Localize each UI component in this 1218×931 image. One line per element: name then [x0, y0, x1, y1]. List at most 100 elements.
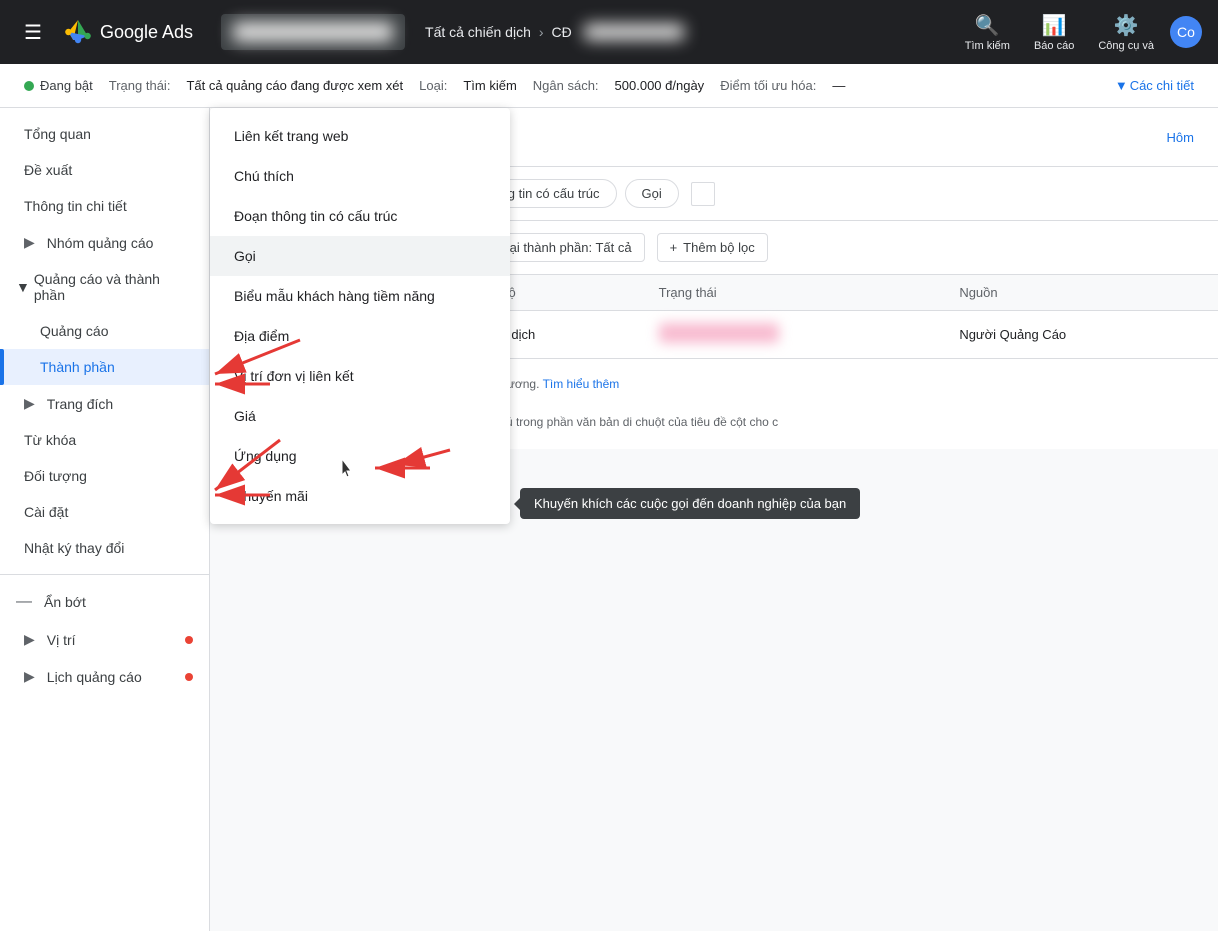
- report-icon: 📊: [1042, 13, 1067, 38]
- account-selector[interactable]: [221, 14, 405, 50]
- breadcrumb-all-campaigns[interactable]: Tất cả chiến dịch: [425, 24, 531, 40]
- add-filter-label: Thêm bộ lọc: [683, 240, 755, 255]
- sidebar-item-quang-cao[interactable]: Quảng cáo: [0, 313, 209, 349]
- trang-thai-label: Trạng thái:: [109, 78, 171, 93]
- tools-icon: ⚙️: [1114, 13, 1139, 38]
- sidebar-item-an-bot[interactable]: — Ẩn bớt: [0, 583, 209, 621]
- dropdown-item-dia-diem[interactable]: Địa điểm: [210, 316, 510, 356]
- sidebar-label: Lịch quảng cáo: [47, 669, 142, 685]
- filter-tab-goi[interactable]: Gọi: [625, 179, 679, 208]
- status-dot: [24, 81, 34, 91]
- dropdown-item-ung-dung[interactable]: Ứng dụng: [210, 436, 510, 476]
- diem-label: Điểm tối ưu hóa:: [720, 78, 816, 93]
- main-layout: Tổng quan Đề xuất Thông tin chi tiết ▶ N…: [0, 108, 1218, 931]
- cell-nguon: Người Quảng Cáo: [943, 311, 1218, 359]
- breadcrumb-chevron: ›: [539, 24, 544, 40]
- sidebar-label: Đề xuất: [24, 162, 72, 178]
- status-indicator: Đang bật: [24, 78, 93, 93]
- top-navigation: ☰ Google Ads Tất cả chiến dịch › CĐ 🔍 Tì…: [0, 0, 1218, 64]
- sidebar-item-trang-dich[interactable]: ▶ Trang đích: [0, 385, 209, 422]
- tools-label: Công cụ và: [1098, 40, 1154, 52]
- breadcrumb-campaign: CĐ: [552, 24, 572, 40]
- campaign-name: [584, 24, 684, 40]
- add-filter-icon: +: [670, 240, 678, 255]
- hamburger-icon[interactable]: ☰: [16, 12, 50, 53]
- sidebar-label: Ẩn bớt: [44, 594, 86, 610]
- ngan-sach-label: Ngân sách:: [533, 78, 599, 93]
- expand-icon: ▶: [24, 668, 35, 685]
- search-icon: 🔍: [975, 13, 1000, 38]
- sidebar-label: Thông tin chi tiết: [24, 198, 127, 214]
- dropdown-item-bieu-mau[interactable]: Biểu mẫu khách hàng tiềm năng: [210, 276, 510, 316]
- sidebar-item-de-xuat[interactable]: Đề xuất: [0, 152, 209, 188]
- loai-value: Tìm kiếm: [463, 78, 516, 93]
- collapse-icon: —: [16, 593, 32, 611]
- sidebar-label: Nhật ký thay đổi: [24, 540, 124, 556]
- search-label: Tìm kiếm: [965, 40, 1010, 52]
- avatar[interactable]: Co: [1170, 16, 1202, 48]
- sidebar-label: Vị trí: [47, 632, 76, 648]
- sidebar-item-cai-dat[interactable]: Cài đặt: [0, 494, 209, 530]
- sidebar-item-nhat-ky[interactable]: Nhật ký thay đổi: [0, 530, 209, 566]
- add-filter-button[interactable]: + Thêm bộ lọc: [657, 233, 768, 262]
- dropdown-item-gia[interactable]: Giá: [210, 396, 510, 436]
- col-nguon: Nguồn: [943, 275, 1218, 311]
- expand-icon: ▶: [24, 395, 35, 412]
- learn-more-link[interactable]: Tìm hiểu thêm: [543, 377, 620, 391]
- dropdown-menu: Liên kết trang web Chú thích Đoạn thông …: [210, 108, 510, 524]
- sidebar-label: Từ khóa: [24, 432, 76, 448]
- expand-icon: ▶: [24, 631, 35, 648]
- details-button[interactable]: ▼ Các chi tiết: [1115, 78, 1194, 93]
- nav-actions: 🔍 Tìm kiếm 📊 Báo cáo ⚙️ Công cụ và Co: [957, 9, 1202, 56]
- loai-label: Loại:: [419, 78, 447, 93]
- cell-trang-thai: [643, 311, 944, 359]
- sidebar-label: Quảng cáo và thành phần: [34, 271, 193, 303]
- sidebar-label: Trang đích: [47, 396, 113, 412]
- status-bar: Đang bật Trạng thái: Tất cả quảng cáo đa…: [0, 64, 1218, 108]
- sidebar-label: Đối tượng: [24, 468, 87, 484]
- sidebar: Tổng quan Đề xuất Thông tin chi tiết ▶ N…: [0, 108, 210, 931]
- sidebar-item-doi-tuong[interactable]: Đối tượng: [0, 458, 209, 494]
- sidebar-item-nhom-quang-cao[interactable]: ▶ Nhóm quảng cáo: [0, 224, 209, 261]
- sidebar-divider: [0, 574, 209, 575]
- sidebar-item-vi-tri[interactable]: ▶ Vị trí: [0, 621, 209, 658]
- dropdown-item-lien-ket[interactable]: Liên kết trang web: [210, 116, 510, 156]
- chevron-down-icon: ▼: [1115, 78, 1128, 93]
- trang-thai-value: Tất cả quảng cáo đang được xem xét: [186, 78, 403, 93]
- type-filter-label: Loại thành phần: Tất cả: [495, 240, 631, 255]
- ngan-sach-value: 500.000 đ/ngày: [615, 78, 705, 93]
- checkbox-element[interactable]: [691, 182, 715, 206]
- search-nav-item[interactable]: 🔍 Tìm kiếm: [957, 9, 1018, 56]
- app-name: Google Ads: [100, 22, 193, 43]
- sidebar-item-quang-cao-thanh-phan[interactable]: ▼ Quảng cáo và thành phần: [0, 261, 209, 313]
- google-ads-logo-icon: [62, 16, 94, 48]
- report-nav-item[interactable]: 📊 Báo cáo: [1026, 9, 1082, 56]
- sidebar-label: Nhóm quảng cáo: [47, 235, 154, 251]
- sidebar-item-lich-quang-cao[interactable]: ▶ Lịch quảng cáo: [0, 658, 209, 695]
- dropdown-item-doan-thong-tin[interactable]: Đoạn thông tin có cấu trúc: [210, 196, 510, 236]
- sidebar-item-tu-khoa[interactable]: Từ khóa: [0, 422, 209, 458]
- sidebar-label: Quảng cáo: [40, 323, 109, 339]
- diem-value: —: [832, 78, 845, 93]
- collapse-icon: ▼: [16, 279, 30, 295]
- tooltip: Khuyến khích các cuộc gọi đến doanh nghi…: [520, 488, 860, 519]
- dropdown-item-goi[interactable]: Gọi: [210, 236, 510, 276]
- notification-dot: [185, 673, 193, 681]
- sidebar-item-thanh-phan[interactable]: Thành phần: [0, 349, 209, 385]
- sidebar-item-thong-tin[interactable]: Thông tin chi tiết: [0, 188, 209, 224]
- tools-nav-item[interactable]: ⚙️ Công cụ và: [1090, 9, 1162, 56]
- breadcrumb-right: Hôm: [1167, 124, 1194, 145]
- google-ads-logo: Google Ads: [62, 16, 193, 48]
- report-label: Báo cáo: [1034, 40, 1074, 52]
- dropdown-item-khuyen-mai[interactable]: Khuyến mãi: [210, 476, 510, 516]
- dropdown-item-vi-tri[interactable]: Vị trí đơn vị liên kết: [210, 356, 510, 396]
- expand-icon: ▶: [24, 234, 35, 251]
- sidebar-item-tong-quan[interactable]: Tổng quan: [0, 116, 209, 152]
- blurred-status: [659, 323, 779, 343]
- sidebar-label: Tổng quan: [24, 126, 91, 142]
- breadcrumb-nav: Tất cả chiến dịch › CĐ: [425, 24, 684, 40]
- dropdown-item-chu-thich[interactable]: Chú thích: [210, 156, 510, 196]
- sidebar-label: Thành phần: [40, 359, 115, 375]
- status-active-label: Đang bật: [40, 78, 93, 93]
- notification-dot: [185, 636, 193, 644]
